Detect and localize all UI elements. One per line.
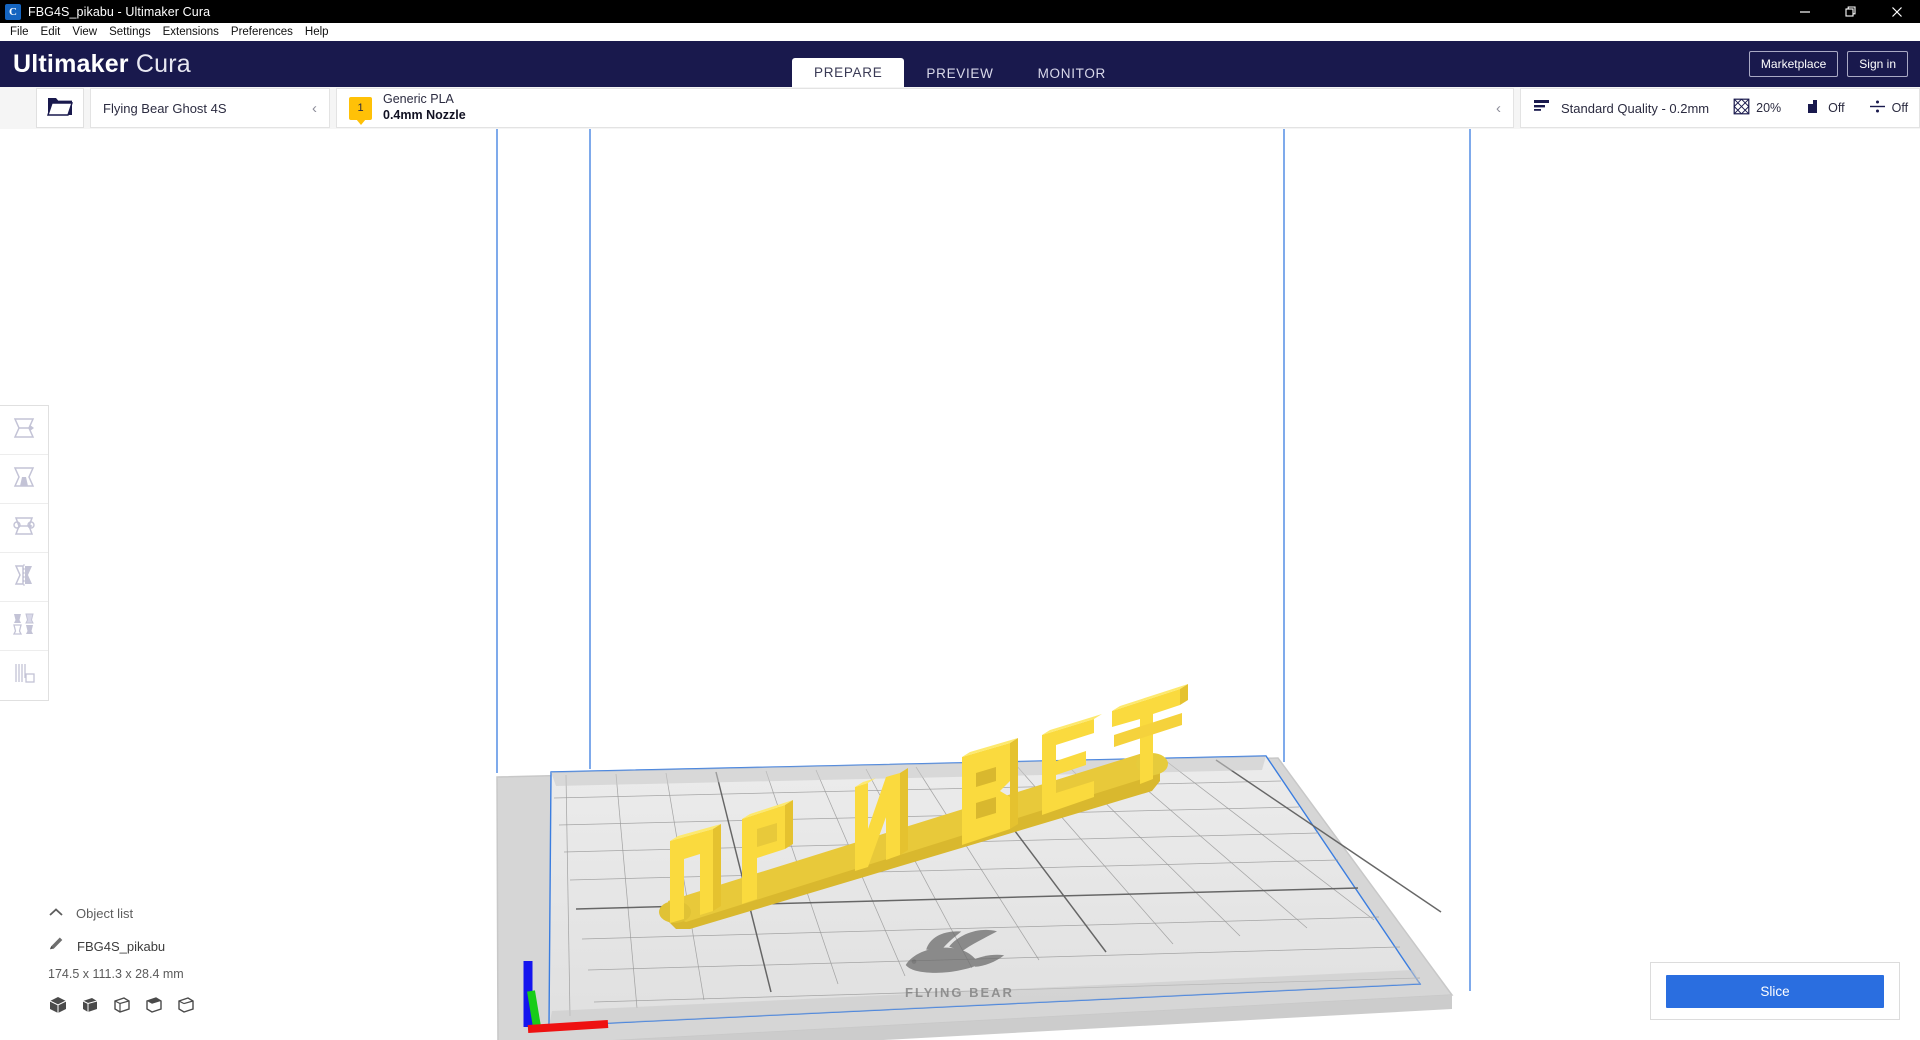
support-icon <box>1805 98 1822 118</box>
move-tool[interactable] <box>0 406 48 455</box>
material-info: Generic PLA 0.4mm Nozzle <box>383 92 466 123</box>
rotate-icon <box>11 514 37 543</box>
extruder-group: 1 Generic PLA 0.4mm Nozzle <box>349 92 466 123</box>
menu-extensions[interactable]: Extensions <box>157 25 225 39</box>
adhesion-icon <box>1869 98 1886 118</box>
support-blocker-tool[interactable] <box>0 651 48 700</box>
printer-selector[interactable]: Flying Bear Ghost 4S ‹ <box>90 88 330 128</box>
minimize-icon[interactable] <box>1782 0 1828 23</box>
support-value: Off <box>1828 101 1845 115</box>
axis-x <box>527 1020 609 1033</box>
menu-file[interactable]: File <box>4 25 35 39</box>
profile-name: Standard Quality - 0.2mm <box>1561 100 1710 116</box>
printer-name: Flying Bear Ghost 4S <box>103 100 227 116</box>
infill-icon <box>1733 98 1750 118</box>
support-blocker-icon <box>11 661 37 690</box>
model-tools-toolbar <box>0 405 49 701</box>
app-brand: Ultimaker Cura <box>13 50 191 79</box>
mirror-tool[interactable] <box>0 553 48 602</box>
view-mode-buttons <box>48 995 196 1020</box>
brand-ultimaker: Ultimaker <box>13 49 129 78</box>
tab-prepare[interactable]: PREPARE <box>792 58 905 87</box>
app-icon: C <box>5 3 21 20</box>
shell-view-icon[interactable] <box>176 995 196 1020</box>
rotate-tool[interactable] <box>0 504 48 553</box>
window-titlebar: C FBG4S_pikabu - Ultimaker Cura <box>0 0 1920 23</box>
xray-view-icon[interactable] <box>80 995 100 1020</box>
print-settings-selector[interactable]: Standard Quality - 0.2mm 20% Off Off <box>1520 88 1920 128</box>
menu-view[interactable]: View <box>66 25 103 39</box>
scale-tool[interactable] <box>0 455 48 504</box>
tab-preview[interactable]: PREVIEW <box>904 60 1015 87</box>
material-selector[interactable]: 1 Generic PLA 0.4mm Nozzle ‹ <box>336 88 1514 128</box>
close-icon[interactable] <box>1874 0 1920 23</box>
object-list-label: Object list <box>76 906 134 921</box>
scale-icon <box>11 465 37 494</box>
object-list-header[interactable]: Object list <box>48 906 196 921</box>
3d-viewport[interactable]: FLYING BEAR <box>0 129 1920 1040</box>
slice-button[interactable]: Slice <box>1666 974 1884 1008</box>
menu-preferences[interactable]: Preferences <box>225 25 299 39</box>
window-title: FBG4S_pikabu - Ultimaker Cura <box>28 4 211 19</box>
menu-settings[interactable]: Settings <box>103 25 157 39</box>
support-stat: Off <box>1805 98 1845 118</box>
mirror-icon <box>11 563 37 592</box>
menu-edit[interactable]: Edit <box>35 25 67 39</box>
slice-panel: Slice <box>1650 962 1900 1020</box>
open-file-button[interactable] <box>36 88 84 128</box>
restore-icon[interactable] <box>1828 0 1874 23</box>
plate-logo-text: FLYING BEAR <box>905 985 1014 1000</box>
pencil-icon <box>48 935 65 957</box>
chevron-left-icon: ‹ <box>1496 99 1501 117</box>
stage-tabs: PREPARE PREVIEW MONITOR <box>792 41 1128 87</box>
layer-view-icon[interactable] <box>112 995 132 1020</box>
material-name: Generic PLA <box>383 92 454 107</box>
nozzle-size: 0.4mm Nozzle <box>383 108 466 122</box>
brand-cura: Cura <box>135 49 191 78</box>
adhesion-value: Off <box>1891 101 1909 115</box>
menubar: File Edit View Settings Extensions Prefe… <box>0 23 1920 41</box>
object-list-item[interactable]: FBG4S_pikabu <box>48 935 196 957</box>
object-list-panel: Object list FBG4S_pikabu 174.5 x 111.3 x… <box>48 906 196 1020</box>
signin-button[interactable]: Sign in <box>1847 51 1908 77</box>
configuration-bar: Flying Bear Ghost 4S ‹ 1 Generic PLA 0.4… <box>0 87 1920 129</box>
tab-monitor[interactable]: MONITOR <box>1016 60 1128 87</box>
infill-value: 20% <box>1756 101 1782 115</box>
chevron-up-icon <box>48 906 64 921</box>
build-plate-scene: FLYING BEAR <box>496 129 1471 1040</box>
app-header: Ultimaker Cura PREPARE PREVIEW MONITOR M… <box>0 41 1920 87</box>
chevron-left-icon: ‹ <box>312 99 317 117</box>
menu-help[interactable]: Help <box>299 25 335 39</box>
window-controls <box>1782 0 1920 23</box>
header-actions: Marketplace Sign in <box>1748 51 1908 77</box>
quality-lines-icon <box>1533 98 1551 119</box>
move-icon <box>11 416 37 445</box>
folder-open-icon <box>47 95 73 122</box>
per-model-settings-tool[interactable] <box>0 602 48 651</box>
extruder-badge: 1 <box>349 96 372 120</box>
object-name: FBG4S_pikabu <box>77 938 166 954</box>
object-dimensions: 174.5 x 111.3 x 28.4 mm <box>48 967 184 981</box>
solid-view-icon[interactable] <box>48 995 68 1020</box>
marketplace-button[interactable]: Marketplace <box>1748 51 1839 77</box>
infill-stat: 20% <box>1733 98 1781 118</box>
wireframe-view-icon[interactable] <box>144 995 164 1020</box>
adhesion-stat: Off <box>1869 98 1908 118</box>
per-model-icon <box>11 612 37 641</box>
